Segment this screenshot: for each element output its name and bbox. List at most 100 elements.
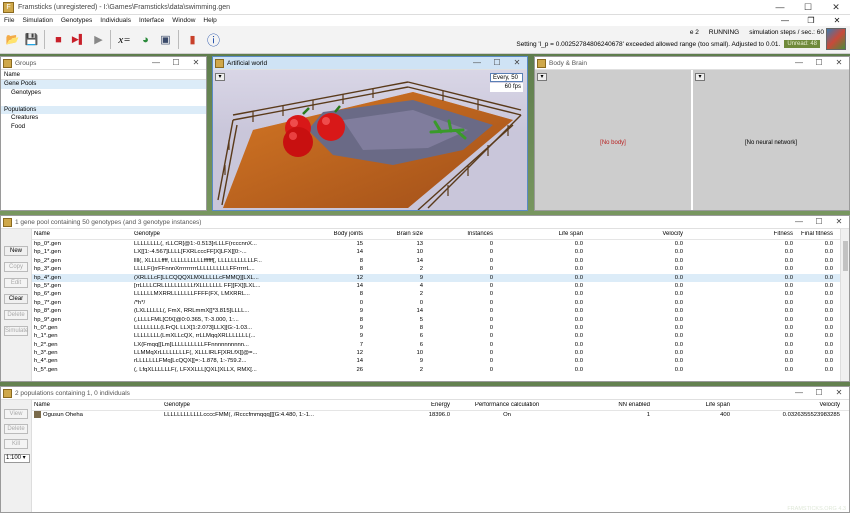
creatures-column-header[interactable]: Name	[32, 402, 162, 408]
minimize-button[interactable]: —	[789, 57, 809, 69]
stop-icon[interactable]: ■	[50, 31, 67, 48]
world-menu-dropdown[interactable]: ▾	[215, 73, 225, 81]
menu-help[interactable]: Help	[199, 17, 220, 24]
child-minimize-button[interactable]: —	[772, 16, 798, 25]
groups-tree-item[interactable]: Gene Pools	[1, 80, 206, 89]
maximize-button[interactable]: ☐	[166, 57, 186, 69]
formula-icon[interactable]: x=	[116, 31, 133, 48]
child-restore-button[interactable]: ❐	[798, 16, 824, 25]
delete-genotype-button[interactable]: Delete	[4, 310, 28, 320]
unread-badge[interactable]: Unread: 48	[784, 40, 820, 48]
table-row[interactable]: hp_4*.gen (XRLLLcF[LLCQQQXLMXLLLLLcFMMQ][…	[32, 273, 840, 282]
menu-genotypes[interactable]: Genotypes	[57, 17, 96, 24]
maximize-button[interactable]: ☐	[809, 57, 829, 69]
menu-individuals[interactable]: Individuals	[96, 17, 135, 24]
table-row[interactable]: hp_5*.gen [rrLLLLCRLLLLLLLLLLfXLLLLLLL FF…	[32, 282, 840, 290]
monitor-icon[interactable]: ▣	[157, 31, 174, 48]
world-3d-view[interactable]: ▾ Every, 50 60 fps	[213, 70, 527, 210]
genotypes-column-header[interactable]: Brain size	[365, 231, 425, 237]
groups-tree-item[interactable]: Creatures	[1, 114, 206, 123]
body-menu-dropdown[interactable]: ▾	[537, 73, 547, 81]
copy-genotype-button[interactable]: Copy	[4, 262, 28, 272]
genotypes-column-header[interactable]: Final fitness	[795, 231, 835, 237]
body-view[interactable]: ▾ [No body]	[535, 70, 691, 210]
table-row[interactable]: h_3*.gen LLMMqXrLLLLLLLLF(, XLLLIRLF[XRLf…	[32, 349, 840, 357]
menu-window[interactable]: Window	[168, 17, 199, 24]
play-icon[interactable]: ▶	[90, 31, 107, 48]
groups-column-header[interactable]: Name	[1, 70, 206, 80]
groups-titlebar[interactable]: Groups — ☐ ✕	[1, 57, 206, 70]
minimize-button[interactable]: —	[146, 57, 166, 69]
maximize-button[interactable]: ☐	[487, 57, 507, 69]
close-button[interactable]: ✕	[507, 57, 527, 69]
table-row[interactable]: h_1*.gen LLLLLLLL(LmXLLcQX, rrLLMqqXRLLLL…	[32, 332, 840, 340]
table-row[interactable]: hp_0*.gen LLLLLLLL(, rLLCR[@1:-0.513]rLLL…	[32, 240, 840, 248]
genotypes-column-header[interactable]: Instances	[425, 231, 495, 237]
new-genotype-button[interactable]: New	[4, 246, 28, 256]
genotypes-column-header[interactable]: Name	[32, 231, 132, 237]
table-row[interactable]: h_2*.gen LX(Fmqq[[Lm[LLLLLLLLLLFFnnnnnnnn…	[32, 341, 840, 349]
brain-menu-dropdown[interactable]: ▾	[695, 73, 705, 81]
genotypes-column-header[interactable]: Fitness	[685, 231, 795, 237]
kill-creature-button[interactable]: Kill	[4, 439, 28, 449]
genotypes-column-header[interactable]: Life span	[495, 231, 585, 237]
minimize-button[interactable]: —	[766, 0, 794, 14]
groups-tree-item[interactable]: Populations	[1, 105, 206, 114]
child-close-button[interactable]: ✕	[824, 16, 850, 25]
close-button[interactable]: ✕	[829, 216, 849, 228]
close-button[interactable]: ✕	[822, 0, 850, 14]
menu-simulation[interactable]: Simulation	[18, 17, 56, 24]
info-icon[interactable]: ⓘ	[205, 31, 222, 48]
maximize-button[interactable]: ☐	[809, 216, 829, 228]
creatures-column-header[interactable]: Energy	[362, 402, 452, 408]
globe-icon[interactable]: ◕	[137, 31, 154, 48]
refresh-every-select[interactable]: Every, 50	[490, 73, 523, 82]
table-row[interactable]: hp_9*.gen (,LLLLFML[CfX[@0:0.365, T:-3.00…	[32, 316, 840, 324]
close-button[interactable]: ✕	[829, 57, 849, 69]
save-icon[interactable]: 💾	[23, 31, 40, 48]
load-icon[interactable]: 📂	[4, 31, 21, 48]
table-row[interactable]: hp_1*.gen LX[[1:-4.567]LLLL[FXRLcccFF[X]L…	[32, 248, 840, 256]
maximize-button[interactable]: ☐	[794, 0, 822, 14]
step-icon[interactable]: ▶▌	[70, 31, 87, 48]
genepool-titlebar[interactable]: 1 gene pool containing 50 genotypes (and…	[1, 216, 849, 229]
delete-creature-button[interactable]: Delete	[4, 424, 28, 434]
table-row[interactable]: h_4*.gen rLLLLLLLFMq[LcQQX[[=:-1.878, 1:-…	[32, 357, 840, 365]
creatures-column-header[interactable]: Velocity	[732, 402, 842, 408]
clear-genepool-button[interactable]: Clear	[4, 294, 28, 304]
table-row[interactable]: h_5*.gen (, LfqXLLLLLLF(, LFXXLLL[QXL]XLL…	[32, 366, 840, 374]
edit-genotype-button[interactable]: Edit	[4, 278, 28, 288]
maximize-button[interactable]: ☐	[809, 387, 829, 399]
menu-file[interactable]: File	[0, 17, 18, 24]
table-row[interactable]: hp_7*.gen /*h*/ 0 0 0 0.0 0.0 0.0 0.0	[32, 299, 840, 307]
minimize-button[interactable]: —	[789, 387, 809, 399]
creatures-column-header[interactable]: Genotype	[162, 402, 362, 408]
minimize-button[interactable]: —	[467, 57, 487, 69]
table-row[interactable]: Ogusun Oheha LLLLLLLLLLLLccccFMM(, /Rcccf…	[32, 410, 849, 419]
zoom-select[interactable]: 1:100 ▾	[4, 454, 30, 463]
menu-interface[interactable]: Interface	[135, 17, 168, 24]
simulate-genotype-button[interactable]: Simulate	[4, 326, 28, 336]
groups-tree-item[interactable]: Food	[1, 123, 206, 132]
genotypes-column-header[interactable]: Body joints	[282, 231, 365, 237]
genotypes-column-header[interactable]: Genotype	[132, 231, 282, 237]
close-button[interactable]: ✕	[186, 57, 206, 69]
close-button[interactable]: ✕	[829, 387, 849, 399]
genotypes-column-header[interactable]: Velocity	[585, 231, 685, 237]
table-row[interactable]: hp_8*.gen (LXLLLLLL(, FmX, RRLmmX[]*3.815…	[32, 307, 840, 315]
world-titlebar[interactable]: Artificial world — ☐ ✕	[213, 57, 527, 70]
minimize-button[interactable]: —	[789, 216, 809, 228]
table-row[interactable]: hp_6*.gen LLLLLLMXRRLLLLLLLFFFF(FX, LMXRR…	[32, 290, 840, 298]
creatures-column-header[interactable]: Performance calculation	[452, 402, 562, 408]
chart-icon[interactable]: ▮	[184, 31, 201, 48]
creatures-column-header[interactable]: NN enabled	[562, 402, 652, 408]
table-row[interactable]: hp_2*.gen llll(, XLLLLffff, LLLLLLLLLLfff…	[32, 257, 840, 265]
populations-titlebar[interactable]: 2 populations containing 1, 0 individual…	[1, 387, 849, 400]
bodybrain-titlebar[interactable]: Body & Brain — ☐ ✕	[535, 57, 849, 70]
creatures-column-header[interactable]: Life span	[652, 402, 732, 408]
genotypes-scrollbar[interactable]	[840, 229, 849, 381]
view-creature-button[interactable]: View	[4, 409, 28, 419]
scrollbar-thumb[interactable]	[843, 241, 848, 271]
table-row[interactable]: hp_3*.gen LLLLF(|rrFFnnnXrrrrrrrrrLLLLLLL…	[32, 265, 840, 273]
table-row[interactable]: h_0*.gen LLLLLLLL(LFrQL LLX[1:2.073]LLX][…	[32, 324, 840, 332]
